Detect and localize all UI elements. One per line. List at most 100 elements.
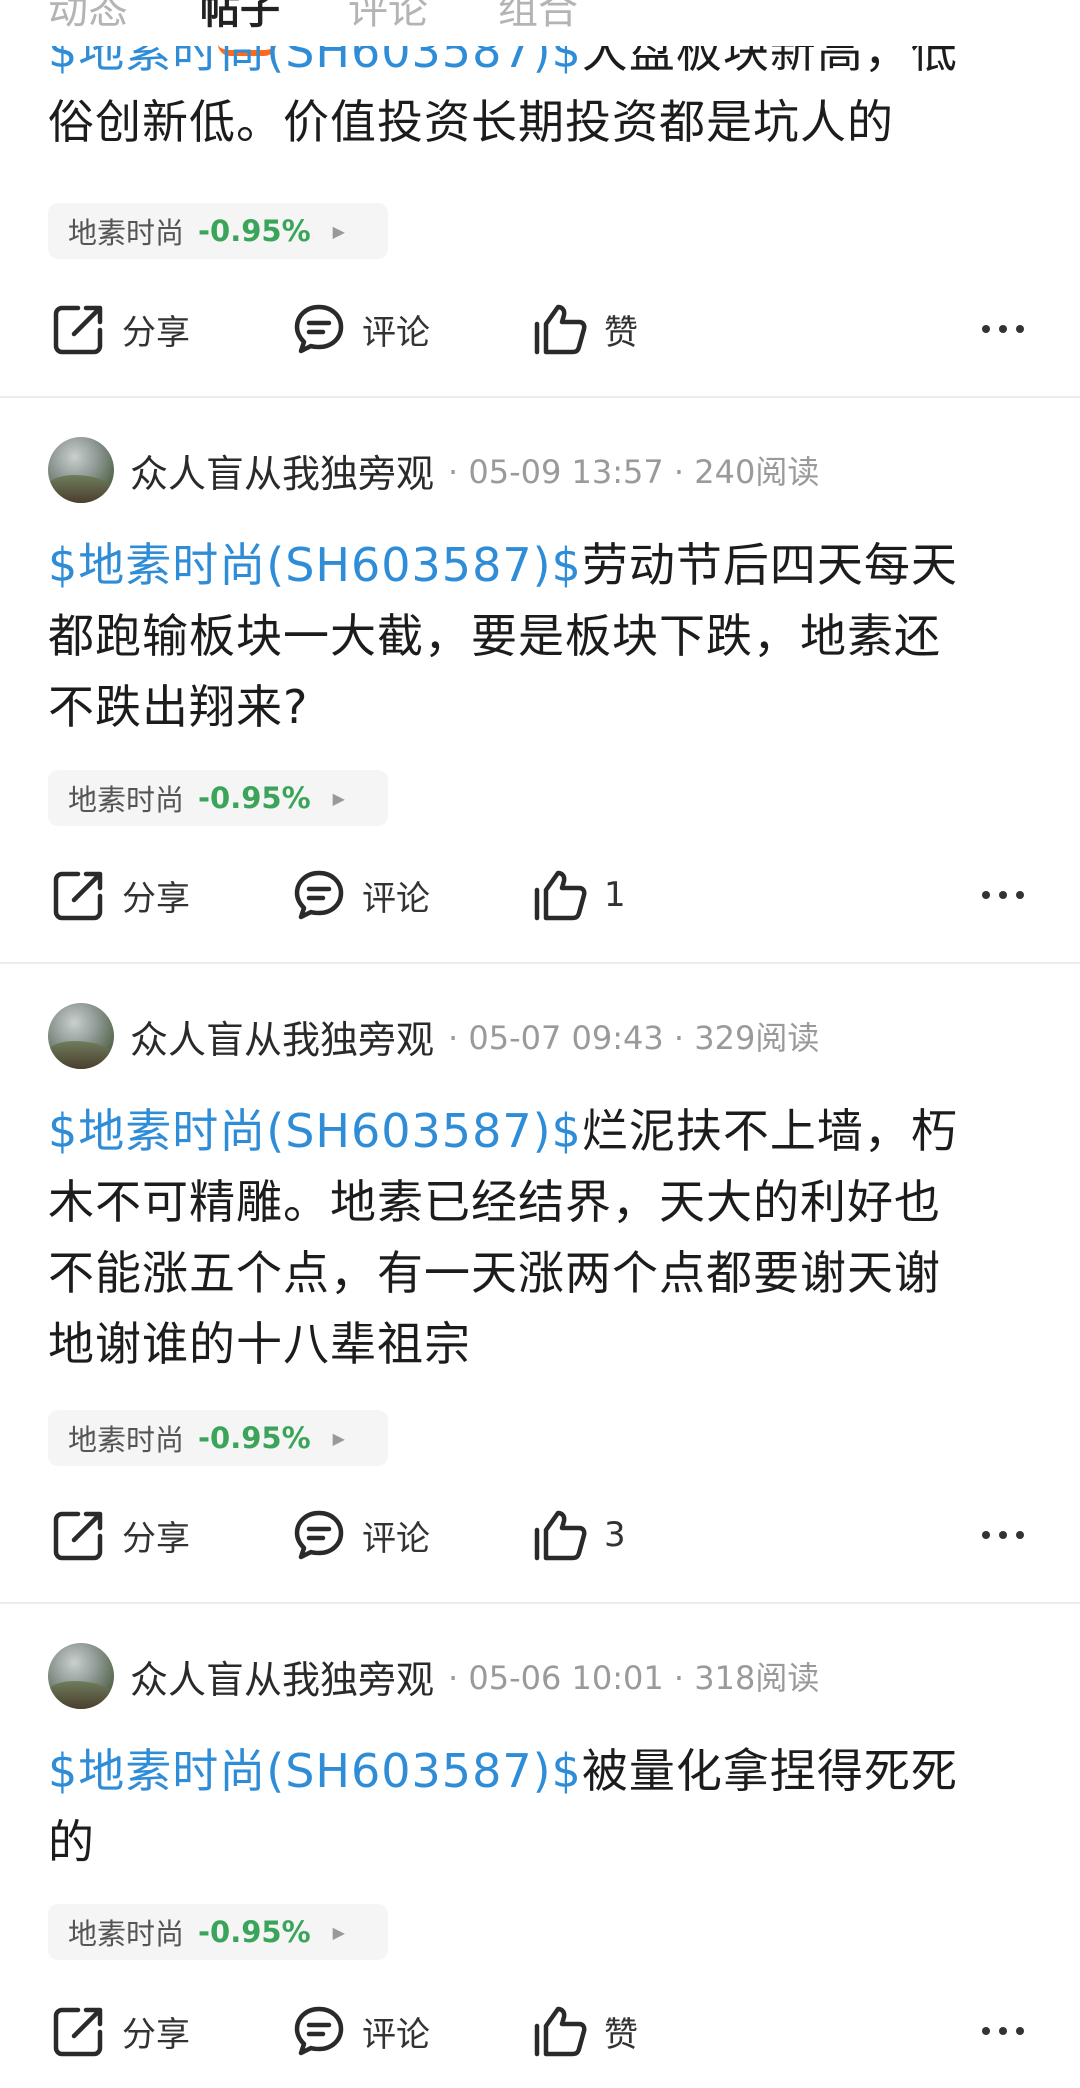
more-options-button[interactable] [973, 1996, 1024, 2066]
post-text: $地素时尚(SH603587)$大盘板块新高，低 俗创新低。价值投资长期投资都是… [48, 46, 1033, 188]
thumbs-up-icon [534, 304, 587, 355]
post-meta: · 05-06 10:01 · 318阅读 [448, 1659, 820, 1697]
dot-icon [982, 325, 990, 333]
share-icon [53, 2007, 103, 2057]
stock-chip[interactable]: 地素时尚 -0.95% ▶ [48, 203, 388, 259]
dot-icon [999, 2027, 1007, 2035]
avatar[interactable] [48, 1643, 114, 1709]
post-meta: · 05-09 13:57 · 240阅读 [448, 453, 820, 491]
stock-tag-link[interactable]: $地素时尚(SH603587)$ [48, 538, 582, 592]
post-divider [0, 962, 1080, 964]
stock-tag-link[interactable]: $地素时尚(SH603587)$ [48, 46, 582, 78]
like-count: 3 [604, 1515, 626, 1555]
dot-icon [1016, 2027, 1024, 2035]
dot-icon [982, 2027, 990, 2035]
share-label: 分享 [122, 1518, 190, 1559]
tab-portfolio[interactable]: 组合 [498, 0, 578, 38]
share-icon [53, 305, 103, 355]
dot-icon [999, 891, 1007, 899]
post-actions: 分享 评论 3 [0, 1500, 1080, 1570]
post-text-line: 劳动节后四天每天 [581, 538, 958, 592]
like-count: 赞 [604, 2014, 638, 2055]
thumbs-up-icon [534, 1510, 587, 1561]
chip-stock-change: -0.95% [198, 1915, 311, 1949]
comment-label: 评论 [362, 2014, 430, 2055]
thumbs-up-icon [534, 870, 587, 921]
tab-comments[interactable]: 评论 [348, 0, 428, 38]
stock-chip[interactable]: 地素时尚 -0.95% ▶ [48, 770, 388, 826]
post-text-line: 烂泥扶不上墙，朽 [581, 1104, 958, 1158]
post-divider [0, 1602, 1080, 1604]
profile-tabs: 动态 帖子 评论 组合 [0, 0, 1080, 40]
post-text[interactable]: $地素时尚(SH603587)$劳动节后四天每天 都跑输板块一大截，要是板块下跌… [48, 530, 1033, 743]
share-label: 分享 [122, 312, 190, 353]
more-options-button[interactable] [973, 860, 1024, 930]
stock-chip[interactable]: 地素时尚 -0.95% ▶ [48, 1904, 388, 1960]
like-button[interactable]: 1 [532, 860, 626, 930]
dot-icon [999, 325, 1007, 333]
like-count: 1 [604, 875, 626, 915]
dot-icon [1016, 1531, 1024, 1539]
chip-arrow-icon: ▶ [332, 788, 345, 808]
share-icon [53, 871, 103, 921]
post-divider [0, 396, 1080, 398]
dot-icon [1016, 325, 1024, 333]
share-button[interactable]: 分享 [52, 294, 190, 364]
post-text[interactable]: $地素时尚(SH603587)$被量化拿捏得死死 的 [48, 1736, 1033, 1878]
comment-button[interactable]: 评论 [292, 860, 430, 930]
tab-posts[interactable]: 帖子 [200, 0, 280, 38]
post-text-line: 不能涨五个点，有一天涨两个点都要谢天谢 [48, 1246, 941, 1300]
stock-chip[interactable]: 地素时尚 -0.95% ▶ [48, 1410, 388, 1466]
chip-arrow-icon: ▶ [332, 1428, 345, 1448]
tab-dongtai[interactable]: 动态 [48, 0, 128, 38]
avatar[interactable] [48, 437, 114, 503]
comment-label: 评论 [362, 1518, 430, 1559]
author-name[interactable]: 众人盲从我独旁观 [130, 443, 434, 498]
author-name[interactable]: 众人盲从我独旁观 [130, 1009, 434, 1064]
share-button[interactable]: 分享 [52, 1996, 190, 2066]
chip-arrow-icon: ▶ [332, 221, 345, 241]
post-text-line: 的 [48, 1815, 95, 1869]
post-text-line: 被量化拿捏得死死 [581, 1744, 958, 1798]
dot-icon [1016, 891, 1024, 899]
more-options-button[interactable] [973, 1500, 1024, 1570]
comment-label: 评论 [362, 312, 430, 353]
like-button[interactable]: 赞 [532, 1996, 638, 2066]
like-button[interactable]: 3 [532, 1500, 626, 1570]
comment-button[interactable]: 评论 [292, 1996, 430, 2066]
share-label: 分享 [122, 878, 190, 919]
post-actions: 分享 评论 赞 [0, 1996, 1080, 2066]
author-name[interactable]: 众人盲从我独旁观 [130, 1649, 434, 1704]
stock-tag-link[interactable]: $地素时尚(SH603587)$ [48, 1104, 582, 1158]
post-header: 众人盲从我独旁观 · 05-06 10:01 · 318阅读 [48, 1641, 819, 1711]
dot-icon [999, 1531, 1007, 1539]
like-button[interactable]: 赞 [532, 294, 638, 364]
chip-stock-name: 地素时尚 [68, 216, 185, 250]
comment-button[interactable]: 评论 [292, 294, 430, 364]
post-text-line: 大盘板块新高，低 [581, 46, 958, 78]
chip-stock-change: -0.95% [198, 1421, 311, 1455]
share-icon [53, 1511, 103, 1561]
stock-tag-link[interactable]: $地素时尚(SH603587)$ [48, 1744, 582, 1798]
avatar[interactable] [48, 1003, 114, 1069]
post-text-line: 不跌出翔来? [48, 680, 309, 734]
post-text-line: 木不可精雕。地素已经结界，天大的利好也 [48, 1175, 941, 1229]
post-text[interactable]: $地素时尚(SH603587)$烂泥扶不上墙，朽 木不可精雕。地素已经结界，天大… [48, 1096, 1033, 1380]
comment-icon [294, 1510, 344, 1560]
share-button[interactable]: 分享 [52, 1500, 190, 1570]
chip-stock-change: -0.95% [198, 214, 311, 248]
comment-button[interactable]: 评论 [292, 1500, 430, 1570]
comment-label: 评论 [362, 878, 430, 919]
more-options-button[interactable] [973, 294, 1024, 364]
post-actions: 分享 评论 赞 [0, 294, 1080, 364]
post-header: 众人盲从我独旁观 · 05-09 13:57 · 240阅读 [48, 435, 819, 505]
post-actions: 分享 评论 1 [0, 860, 1080, 930]
share-label: 分享 [122, 2014, 190, 2055]
share-button[interactable]: 分享 [52, 860, 190, 930]
post-text-line: 地谢谁的十八辈祖宗 [48, 1317, 471, 1371]
chip-stock-name: 地素时尚 [68, 783, 185, 817]
post-text-line: 俗创新低。价值投资长期投资都是坑人的 [48, 95, 894, 149]
post-meta: · 05-07 09:43 · 329阅读 [448, 1019, 820, 1057]
post-header: 众人盲从我独旁观 · 05-07 09:43 · 329阅读 [48, 1001, 819, 1071]
chip-stock-name: 地素时尚 [68, 1917, 185, 1951]
